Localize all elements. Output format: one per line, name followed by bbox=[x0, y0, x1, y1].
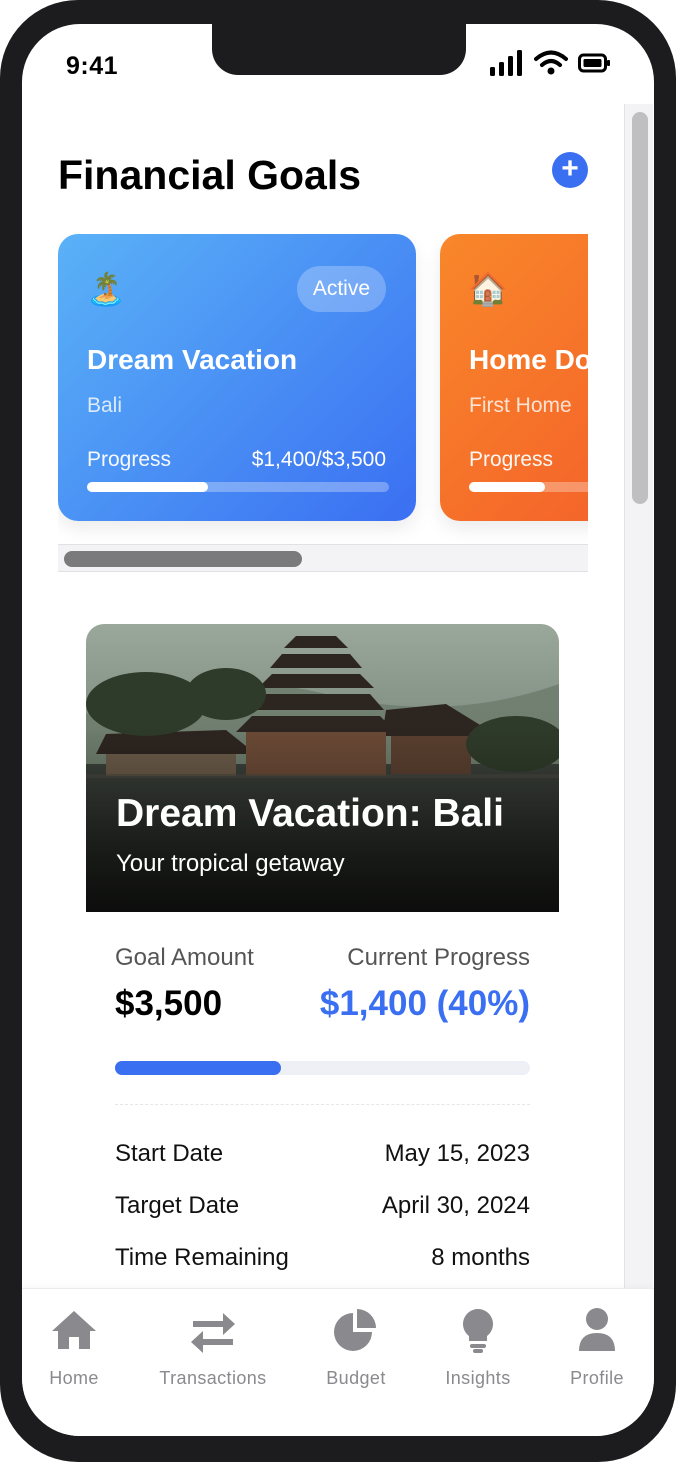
start-date-value: May 15, 2023 bbox=[384, 1140, 530, 1167]
page-title: Financial Goals bbox=[58, 152, 362, 198]
bottom-tab-bar: Home Transactions Budget Insights Profil… bbox=[22, 1288, 654, 1436]
current-progress-label: Current Progress bbox=[347, 944, 530, 971]
transfer-arrows-icon bbox=[191, 1313, 235, 1353]
goal-title: Home Do bbox=[469, 344, 588, 375]
signal-icon bbox=[490, 50, 522, 76]
goal-progress-fill bbox=[87, 482, 208, 492]
time-remaining-value: 8 months bbox=[431, 1244, 530, 1271]
goal-title: Dream Vacation bbox=[87, 344, 298, 375]
phone-frame: 9:41 Financial Goals + 🏝️ Active Dream V… bbox=[0, 0, 676, 1462]
home-icon bbox=[52, 1311, 96, 1349]
time-remaining-label: Time Remaining bbox=[115, 1244, 289, 1271]
island-icon: 🏝️ bbox=[86, 271, 126, 307]
add-goal-button[interactable]: + bbox=[552, 152, 588, 188]
wifi-icon bbox=[534, 50, 568, 75]
goal-card-home[interactable]: 🏠 Home Do First Home Progress bbox=[440, 234, 588, 521]
tab-label: Transactions bbox=[159, 1368, 267, 1388]
battery-icon bbox=[578, 53, 610, 73]
goal-subtitle: Bali bbox=[87, 394, 123, 417]
goal-progress-label: Progress bbox=[469, 448, 554, 471]
tab-label: Insights bbox=[445, 1368, 511, 1388]
house-icon: 🏠 bbox=[468, 271, 508, 307]
goal-amount-value: $3,500 bbox=[115, 984, 223, 1023]
tab-label: Home bbox=[49, 1368, 99, 1388]
horizontal-scrollbar-thumb[interactable] bbox=[64, 551, 302, 567]
goals-carousel[interactable]: 🏝️ Active Dream Vacation Bali Progress $… bbox=[58, 234, 588, 544]
status-badge: Active bbox=[296, 266, 386, 312]
tab-label: Profile bbox=[570, 1368, 624, 1388]
lightbulb-icon bbox=[463, 1309, 493, 1353]
goal-progress-bar bbox=[87, 482, 389, 492]
goal-progress-bar bbox=[469, 482, 588, 492]
goal-progress-fill bbox=[469, 482, 545, 492]
screen: 9:41 Financial Goals + 🏝️ Active Dream V… bbox=[22, 24, 654, 1436]
tab-label: Budget bbox=[326, 1368, 386, 1388]
goal-card-dream-vacation[interactable]: 🏝️ Active Dream Vacation Bali Progress $… bbox=[58, 234, 416, 521]
vertical-scrollbar-thumb[interactable] bbox=[632, 112, 648, 504]
goal-hero-image: Dream Vacation: Bali Your tropical getaw… bbox=[86, 624, 559, 912]
divider bbox=[115, 1104, 530, 1105]
tab-profile[interactable]: Profile bbox=[566, 1307, 628, 1389]
tab-transactions[interactable]: Transactions bbox=[156, 1307, 270, 1389]
goal-subtitle: First Home bbox=[469, 394, 572, 417]
hero-subtitle: Your tropical getaway bbox=[116, 850, 345, 877]
hero-title: Dream Vacation: Bali bbox=[116, 792, 504, 835]
detail-progress-fill bbox=[115, 1061, 281, 1075]
tab-budget[interactable]: Budget bbox=[322, 1307, 390, 1389]
pie-chart-icon bbox=[334, 1309, 376, 1351]
user-icon bbox=[579, 1308, 615, 1351]
status-time: 9:41 bbox=[66, 52, 119, 80]
target-date-label: Target Date bbox=[115, 1192, 240, 1219]
goal-progress-value: $1,400/$3,500 bbox=[251, 448, 386, 471]
current-progress-value: $1,400 (40%) bbox=[319, 984, 530, 1023]
start-date-label: Start Date bbox=[115, 1140, 224, 1167]
status-icons bbox=[490, 50, 610, 76]
target-date-value: April 30, 2024 bbox=[381, 1192, 530, 1219]
tab-home[interactable]: Home bbox=[44, 1307, 104, 1389]
detail-progress-bar bbox=[115, 1061, 530, 1075]
plus-icon: + bbox=[561, 152, 579, 185]
goal-progress-label: Progress bbox=[87, 448, 172, 471]
notch bbox=[212, 24, 466, 75]
goal-amount-label: Goal Amount bbox=[115, 944, 254, 971]
tab-insights[interactable]: Insights bbox=[442, 1307, 514, 1389]
